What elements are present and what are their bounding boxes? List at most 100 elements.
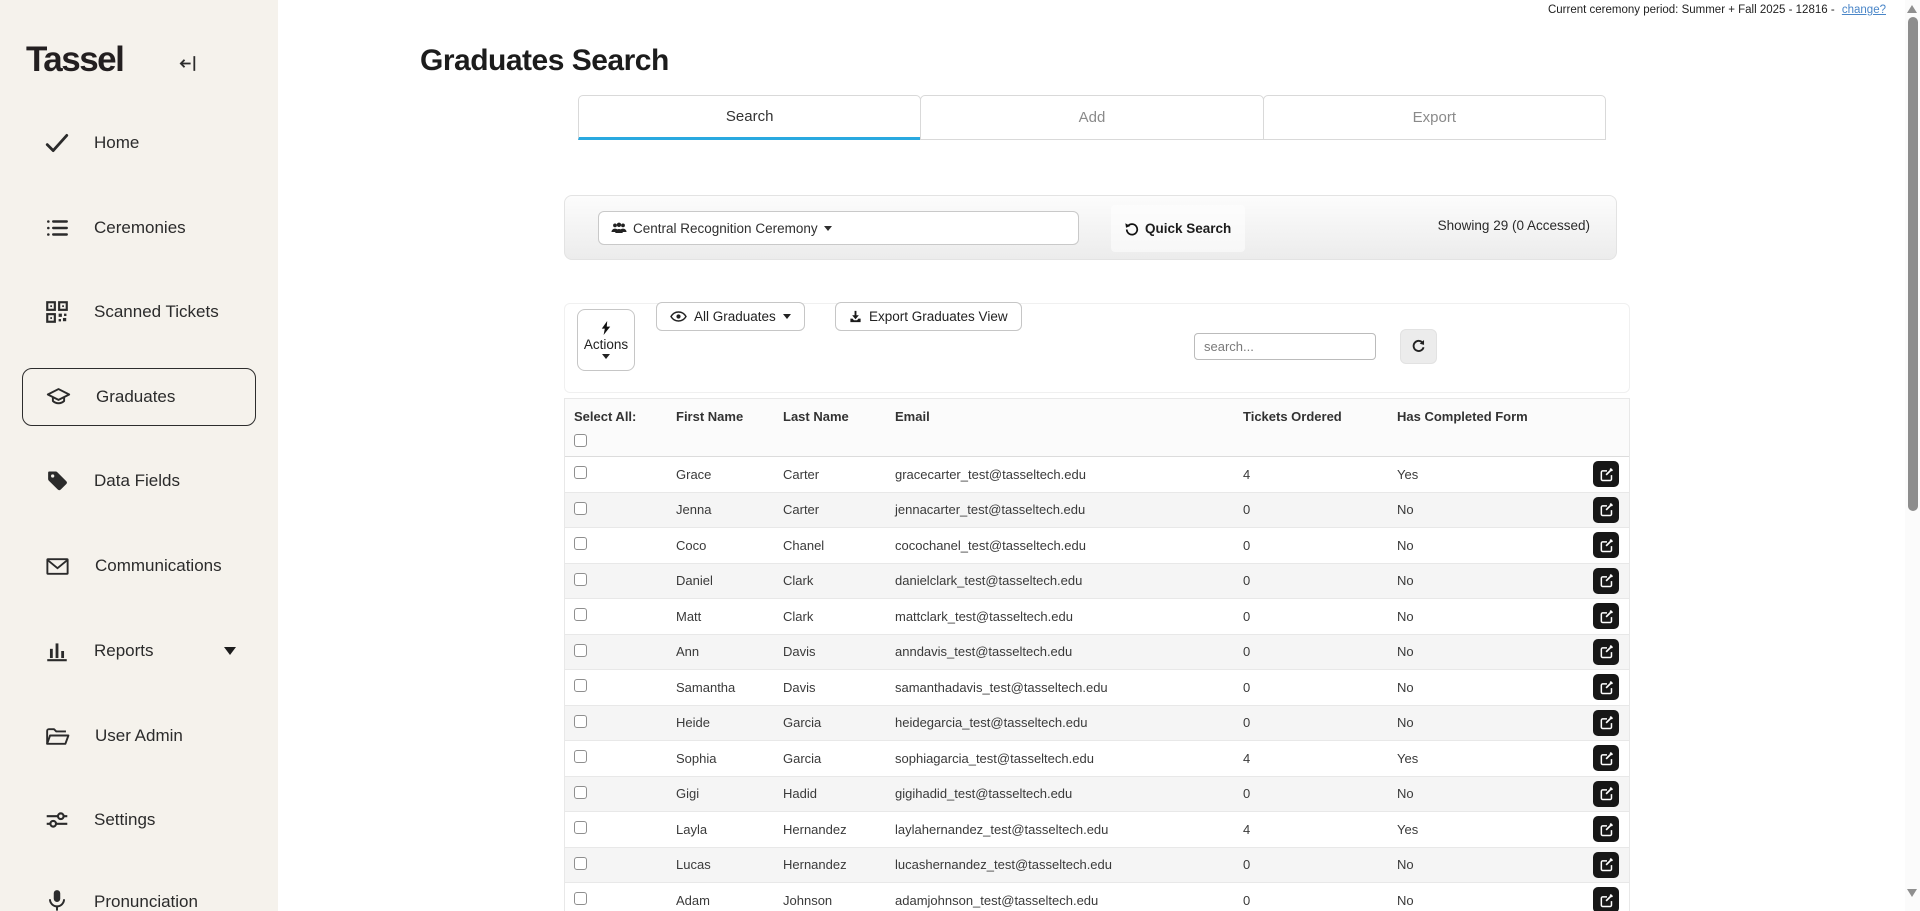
graduation-cap-icon (45, 384, 72, 411)
cell-tickets-ordered: 0 (1238, 715, 1392, 730)
cell-first-name: Daniel (671, 573, 778, 588)
cell-email: mattclark_test@tasseltech.edu (890, 609, 1238, 624)
edit-graduate-button[interactable] (1593, 497, 1619, 523)
row-checkbox[interactable] (574, 466, 587, 479)
quick-search-button[interactable]: Quick Search (1111, 205, 1245, 252)
tab-add[interactable]: Add (920, 95, 1263, 140)
edit-icon (1599, 893, 1614, 908)
collapse-sidebar-icon[interactable] (178, 52, 200, 74)
cell-last-name: Chanel (778, 538, 890, 553)
table-row: Adam Johnson adamjohnson_test@tasseltech… (565, 883, 1629, 911)
edit-graduate-button[interactable] (1593, 568, 1619, 594)
cell-email: gigihadid_test@tasseltech.edu (890, 786, 1238, 801)
actions-button-label: Actions (584, 337, 628, 352)
edit-graduate-button[interactable] (1593, 461, 1619, 487)
cell-first-name: Layla (671, 822, 778, 837)
sidebar-item-scanned-tickets[interactable]: Scanned Tickets (22, 283, 256, 341)
sidebar-item-pronunciation[interactable]: Pronunciation (22, 873, 256, 911)
select-all-checkbox[interactable] (574, 434, 587, 447)
sidebar-item-ceremonies[interactable]: Ceremonies (22, 199, 256, 257)
app-screen: Tassel Home Ceremonies (0, 0, 1920, 911)
cell-tickets-ordered: 0 (1238, 573, 1392, 588)
edit-icon (1599, 573, 1614, 588)
row-checkbox[interactable] (574, 502, 587, 515)
row-checkbox[interactable] (574, 821, 587, 834)
cell-email: danielclark_test@tasseltech.edu (890, 573, 1238, 588)
cell-has-completed-form: No (1392, 644, 1588, 659)
table-row: Layla Hernandez laylahernandez_test@tass… (565, 812, 1629, 848)
row-checkbox[interactable] (574, 715, 587, 728)
edit-graduate-button[interactable] (1593, 745, 1619, 771)
row-checkbox[interactable] (574, 573, 587, 586)
row-checkbox[interactable] (574, 786, 587, 799)
scrollbar-thumb[interactable] (1908, 17, 1918, 511)
bar-chart-icon (44, 638, 70, 664)
row-checkbox[interactable] (574, 679, 587, 692)
sidebar-item-data-fields[interactable]: Data Fields (22, 452, 256, 510)
ceremony-dropdown[interactable]: Central Recognition Ceremony (598, 211, 1079, 245)
table-row: Coco Chanel cocochanel_test@tasseltech.e… (565, 528, 1629, 564)
tab-export[interactable]: Export (1263, 95, 1606, 140)
actions-button[interactable]: Actions (577, 309, 635, 371)
edit-graduate-button[interactable] (1593, 603, 1619, 629)
scroll-up-arrow-icon[interactable] (1907, 5, 1917, 13)
cell-first-name: Heide (671, 715, 778, 730)
edit-graduate-button[interactable] (1593, 781, 1619, 807)
cell-has-completed-form: No (1392, 609, 1588, 624)
cell-email: heidegarcia_test@tasseltech.edu (890, 715, 1238, 730)
row-checkbox[interactable] (574, 644, 587, 657)
edit-graduate-button[interactable] (1593, 639, 1619, 665)
search-input[interactable] (1194, 333, 1376, 360)
sidebar-item-settings[interactable]: Settings (22, 791, 256, 849)
sidebar-item-label: Data Fields (94, 471, 180, 491)
sidebar-item-home[interactable]: Home (22, 114, 256, 172)
sidebar-item-graduates[interactable]: Graduates (22, 368, 256, 426)
row-checkbox[interactable] (574, 892, 587, 905)
cell-has-completed-form: No (1392, 502, 1588, 517)
table-row: Heide Garcia heidegarcia_test@tasseltech… (565, 706, 1629, 742)
cell-email: sophiagarcia_test@tasseltech.edu (890, 751, 1238, 766)
sidebar: Tassel Home Ceremonies (0, 0, 278, 911)
sidebar-item-user-admin[interactable]: User Admin (22, 707, 256, 765)
change-period-link[interactable]: change? (1842, 4, 1886, 16)
edit-graduate-button[interactable] (1593, 674, 1619, 700)
edit-graduate-button[interactable] (1593, 816, 1619, 842)
cell-tickets-ordered: 0 (1238, 609, 1392, 624)
cell-last-name: Johnson (778, 893, 890, 908)
cell-tickets-ordered: 0 (1238, 857, 1392, 872)
cell-last-name: Clark (778, 573, 890, 588)
chevron-down-icon (783, 314, 791, 319)
cell-has-completed-form: No (1392, 857, 1588, 872)
tab-search[interactable]: Search (578, 95, 921, 140)
cell-tickets-ordered: 4 (1238, 822, 1392, 837)
row-checkbox[interactable] (574, 750, 587, 763)
chevron-down-icon (224, 647, 236, 655)
cell-has-completed-form: No (1392, 573, 1588, 588)
chevron-down-icon (824, 226, 832, 231)
table-row: Jenna Carter jennacarter_test@tasseltech… (565, 493, 1629, 529)
edit-graduate-button[interactable] (1593, 532, 1619, 558)
page-scrollbar[interactable] (1905, 0, 1920, 911)
row-checkbox[interactable] (574, 857, 587, 870)
row-checkbox[interactable] (574, 537, 587, 550)
table-row: Lucas Hernandez lucashernandez_test@tass… (565, 848, 1629, 884)
edit-graduate-button[interactable] (1593, 710, 1619, 736)
ceremony-period-note: Current ceremony period: Summer + Fall 2… (1548, 4, 1886, 16)
edit-graduate-button[interactable] (1593, 852, 1619, 878)
sidebar-item-reports[interactable]: Reports (22, 622, 256, 680)
cell-last-name: Hadid (778, 786, 890, 801)
cell-first-name: Sophia (671, 751, 778, 766)
cell-last-name: Garcia (778, 751, 890, 766)
refresh-button[interactable] (1400, 329, 1437, 364)
scroll-down-arrow-icon[interactable] (1907, 889, 1917, 897)
header-first-name: First Name (671, 399, 778, 456)
graduates-view-dropdown[interactable]: All Graduates (656, 302, 805, 331)
cell-email: anndavis_test@tasseltech.edu (890, 644, 1238, 659)
tag-icon (44, 468, 70, 494)
cell-tickets-ordered: 0 (1238, 502, 1392, 517)
row-checkbox[interactable] (574, 608, 587, 621)
sidebar-item-communications[interactable]: Communications (22, 537, 256, 595)
export-graduates-view-button[interactable]: Export Graduates View (835, 302, 1022, 331)
cell-tickets-ordered: 0 (1238, 538, 1392, 553)
edit-graduate-button[interactable] (1593, 887, 1619, 911)
